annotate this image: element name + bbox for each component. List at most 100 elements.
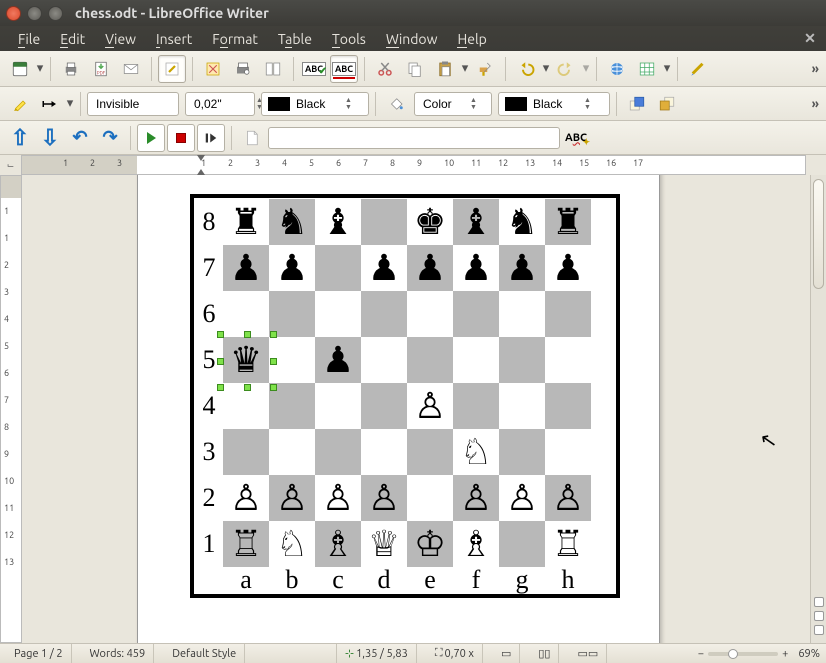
undo-nav-icon[interactable]: ↶ — [66, 124, 94, 152]
chess-square-e2[interactable] — [407, 475, 453, 521]
chess-square-f3[interactable]: ♘ — [453, 429, 499, 475]
arrow-style-dropdown[interactable]: ▾ — [66, 96, 74, 111]
chess-square-a6[interactable] — [223, 291, 269, 337]
nav-object-icon[interactable] — [814, 611, 824, 621]
nav-prev-page-icon[interactable] — [814, 597, 824, 607]
chess-square-g2[interactable]: ♙ — [499, 475, 545, 521]
insert-table-icon[interactable] — [633, 55, 661, 83]
spellcheck-icon[interactable]: ABC✔ — [300, 55, 328, 83]
print-icon[interactable] — [57, 55, 85, 83]
show-draw-functions-icon[interactable] — [684, 55, 712, 83]
redo-nav-icon[interactable]: ↷ — [96, 124, 124, 152]
zoom-in-icon[interactable]: + — [782, 648, 788, 660]
new-doc-icon[interactable] — [238, 124, 266, 152]
fill-color-combo[interactable]: ▲▼ — [498, 92, 610, 116]
menu-table[interactable]: Table — [268, 28, 322, 50]
chess-square-a5[interactable]: ♛ — [223, 337, 269, 383]
chess-square-g7[interactable]: ♟ — [499, 245, 545, 291]
window-minimize-button[interactable] — [27, 6, 42, 21]
chess-square-g6[interactable] — [499, 291, 545, 337]
chess-square-h3[interactable] — [545, 429, 591, 475]
chess-square-h6[interactable] — [545, 291, 591, 337]
status-style[interactable]: Default Style — [164, 644, 245, 663]
chess-square-b3[interactable] — [269, 429, 315, 475]
chess-square-d5[interactable] — [361, 337, 407, 383]
chess-square-c5[interactable]: ♟ — [315, 337, 361, 383]
hyperlink-icon[interactable] — [603, 55, 631, 83]
nav-down-icon[interactable]: ⇩ — [36, 124, 64, 152]
insert-table-dropdown[interactable]: ▾ — [663, 61, 671, 76]
chess-square-d6[interactable] — [361, 291, 407, 337]
chess-square-c6[interactable] — [315, 291, 361, 337]
chess-square-h7[interactable]: ♟ — [545, 245, 591, 291]
open-start-center-icon[interactable] — [6, 55, 34, 83]
chess-square-c2[interactable]: ♙ — [315, 475, 361, 521]
step-macro-icon[interactable] — [197, 124, 225, 152]
chess-square-b6[interactable] — [269, 291, 315, 337]
chess-square-h8[interactable]: ♜ — [545, 199, 591, 245]
chess-square-e8[interactable]: ♚ — [407, 199, 453, 245]
chessboard-object[interactable]: 8♜♞♝♚♝♞♜7♟♟♟♟♟♟♟65♛♟4♙3♘2♙♙♙♙♙♙♙1♖♘♗♕♔♗♖… — [190, 194, 620, 598]
window-close-button[interactable] — [6, 6, 21, 21]
menu-help[interactable]: Help — [447, 28, 496, 50]
mail-icon[interactable] — [117, 55, 145, 83]
nav-next-page-icon[interactable] — [814, 625, 824, 635]
paste-dropdown[interactable]: ▾ — [461, 61, 469, 76]
chess-square-b8[interactable]: ♞ — [269, 199, 315, 245]
chess-square-b7[interactable]: ♟ — [269, 245, 315, 291]
chess-square-e5[interactable] — [407, 337, 453, 383]
chess-square-d2[interactable]: ♙ — [361, 475, 407, 521]
menu-window[interactable]: Window — [376, 28, 448, 50]
chess-square-b2[interactable]: ♙ — [269, 475, 315, 521]
to-background-icon[interactable] — [653, 90, 681, 118]
undo-dropdown[interactable]: ▾ — [542, 61, 550, 76]
edit-mode-icon[interactable] — [158, 55, 186, 83]
new-dropdown[interactable]: ▾ — [36, 61, 44, 76]
chess-square-e3[interactable] — [407, 429, 453, 475]
chess-square-c1[interactable]: ♗ — [315, 521, 361, 567]
chess-square-f2[interactable]: ♙ — [453, 475, 499, 521]
find-replace-icon[interactable]: ABC✦ — [562, 124, 590, 152]
chess-square-g8[interactable]: ♞ — [499, 199, 545, 245]
chess-square-h2[interactable]: ♙ — [545, 475, 591, 521]
chess-square-e4[interactable]: ♙ — [407, 383, 453, 429]
redo-icon[interactable] — [552, 55, 580, 83]
line-color-value[interactable] — [294, 96, 342, 112]
chess-square-g4[interactable] — [499, 383, 545, 429]
page-preview-icon[interactable] — [259, 55, 287, 83]
vertical-ruler[interactable]: 112345678910111213 — [0, 175, 22, 643]
zoom-slider[interactable]: − + 69% — [698, 648, 820, 660]
chess-square-d7[interactable]: ♟ — [361, 245, 407, 291]
cut-alt-icon[interactable] — [199, 55, 227, 83]
chess-square-a3[interactable] — [223, 429, 269, 475]
fill-mode-combo[interactable]: ▲▼ — [414, 92, 492, 116]
redo-dropdown[interactable]: ▾ — [582, 61, 590, 76]
chess-square-c4[interactable] — [315, 383, 361, 429]
chess-square-f8[interactable]: ♝ — [453, 199, 499, 245]
menu-insert[interactable]: Insert — [146, 28, 202, 50]
menu-format[interactable]: Format — [202, 28, 268, 50]
menu-tools[interactable]: Tools — [322, 28, 376, 50]
chess-square-g3[interactable] — [499, 429, 545, 475]
arrow-style-icon[interactable] — [36, 90, 64, 118]
chess-square-a7[interactable]: ♟ — [223, 245, 269, 291]
find-toolbar-input[interactable] — [268, 127, 560, 149]
menu-view[interactable]: View — [95, 28, 146, 50]
print-preview-icon[interactable] — [229, 55, 257, 83]
chess-square-f1[interactable]: ♗ — [453, 521, 499, 567]
chess-square-d1[interactable]: ♕ — [361, 521, 407, 567]
status-page[interactable]: Page 1 / 2 — [6, 644, 72, 663]
menu-edit[interactable]: Edit — [50, 28, 95, 50]
scrollbar-thumb[interactable] — [813, 179, 824, 289]
run-macro-icon[interactable] — [137, 124, 165, 152]
fill-color-value[interactable] — [531, 96, 581, 112]
horizontal-ruler[interactable]: 3211234567891011121314151617 — [22, 155, 806, 175]
chess-square-d4[interactable] — [361, 383, 407, 429]
zoom-out-icon[interactable]: − — [698, 648, 704, 660]
line-style-combo[interactable]: ▲▼ — [87, 92, 179, 116]
chess-square-c7[interactable] — [315, 245, 361, 291]
copy-icon[interactable] — [401, 55, 429, 83]
fill-mode-value[interactable] — [421, 96, 467, 112]
find-input[interactable] — [269, 131, 559, 145]
toolbar-overflow[interactable]: » — [802, 62, 820, 76]
